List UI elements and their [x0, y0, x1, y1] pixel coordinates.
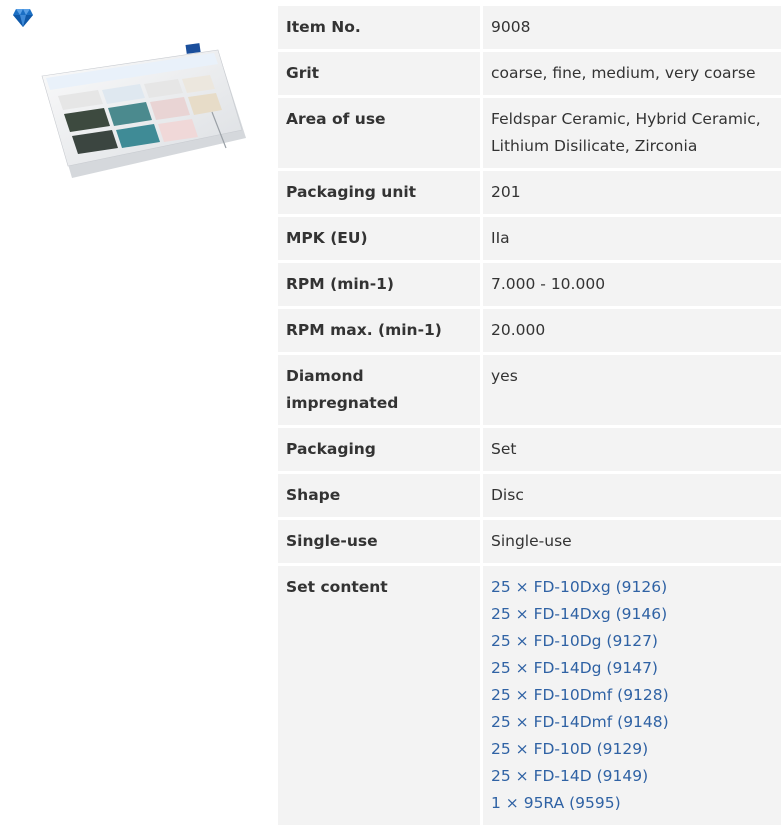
set-content-item: 25 × FD-10Dg (9127)	[491, 628, 773, 655]
spec-row: MPK (EU) IIa	[278, 217, 781, 260]
set-content-item: 25 × FD-10Dmf (9128)	[491, 682, 773, 709]
spec-row: RPM (min-1) 7.000 - 10.000	[278, 263, 781, 306]
set-content-link[interactable]: 25 × FD-14D (9149)	[491, 767, 648, 785]
spec-value: 7.000 - 10.000	[483, 263, 781, 306]
spec-row: Grit coarse, fine, medium, very coarse	[278, 52, 781, 95]
set-content-link[interactable]: 25 × FD-14Dg (9147)	[491, 659, 658, 677]
spec-label: RPM (min-1)	[278, 263, 480, 306]
spec-label: Area of use	[278, 98, 480, 168]
spec-row: Single-use Single-use	[278, 520, 781, 563]
spec-label: Item No.	[278, 6, 480, 49]
spec-label: MPK (EU)	[278, 217, 480, 260]
spec-value: 201	[483, 171, 781, 214]
spec-label: Diamond impregnated	[278, 355, 480, 425]
spec-row: RPM max. (min-1) 20.000	[278, 309, 781, 352]
spec-value: yes	[483, 355, 781, 425]
product-image	[41, 43, 246, 178]
spec-value: Feldspar Ceramic, Hybrid Ceramic, Lithiu…	[483, 98, 781, 168]
set-content-item: 25 × FD-10Dxg (9126)	[491, 574, 773, 601]
spec-value: Set	[483, 428, 781, 471]
set-content-item: 25 × FD-14Dxg (9146)	[491, 601, 773, 628]
spec-value: coarse, fine, medium, very coarse	[483, 52, 781, 95]
spec-row: Area of use Feldspar Ceramic, Hybrid Cera…	[278, 98, 781, 168]
spec-row: Packaging unit 201	[278, 171, 781, 214]
spec-row: Packaging Set	[278, 428, 781, 471]
spec-row: Item No. 9008	[278, 6, 781, 49]
set-content-link[interactable]: 25 × FD-10D (9129)	[491, 740, 648, 758]
set-content-item: 25 × FD-14D (9149)	[491, 763, 773, 790]
set-content-link[interactable]: 1 × 95RA (9595)	[491, 794, 621, 812]
spec-row: Shape Disc	[278, 474, 781, 517]
set-content-item: 25 × FD-14Dg (9147)	[491, 655, 773, 682]
set-content-item: 25 × FD-10D (9129)	[491, 736, 773, 763]
spec-row: Diamond impregnated yes	[278, 355, 781, 425]
set-content-link[interactable]: 25 × FD-10Dxg (9126)	[491, 578, 667, 596]
set-content-label: Set content	[278, 566, 480, 825]
spec-value: 9008	[483, 6, 781, 49]
set-content-link[interactable]: 25 × FD-14Dmf (9148)	[491, 713, 669, 731]
spec-label: Shape	[278, 474, 480, 517]
set-content-link[interactable]: 25 × FD-10Dg (9127)	[491, 632, 658, 650]
spec-value: 20.000	[483, 309, 781, 352]
spec-value: Single-use	[483, 520, 781, 563]
set-content-link[interactable]: 25 × FD-14Dxg (9146)	[491, 605, 667, 623]
spec-label: Packaging unit	[278, 171, 480, 214]
set-content-links: 25 × FD-10Dxg (9126) 25 × FD-14Dxg (9146)…	[491, 574, 773, 817]
set-content-list: 25 × FD-10Dxg (9126) 25 × FD-14Dxg (9146)…	[483, 566, 781, 825]
spec-value: Disc	[483, 474, 781, 517]
set-content-item: 1 × 95RA (9595)	[491, 790, 773, 817]
spec-value: IIa	[483, 217, 781, 260]
diamond-icon	[13, 9, 33, 27]
set-content-row: Set content 25 × FD-10Dxg (9126) 25 × FD-1…	[278, 566, 781, 825]
spec-label: Packaging	[278, 428, 480, 471]
spec-label: Single-use	[278, 520, 480, 563]
set-content-link[interactable]: 25 × FD-10Dmf (9128)	[491, 686, 669, 704]
spec-label: RPM max. (min-1)	[278, 309, 480, 352]
specification-table: Item No. 9008 Grit coarse, fine, medium, ve…	[275, 3, 784, 828]
set-content-item: 25 × FD-14Dmf (9148)	[491, 709, 773, 736]
spec-label: Grit	[278, 52, 480, 95]
